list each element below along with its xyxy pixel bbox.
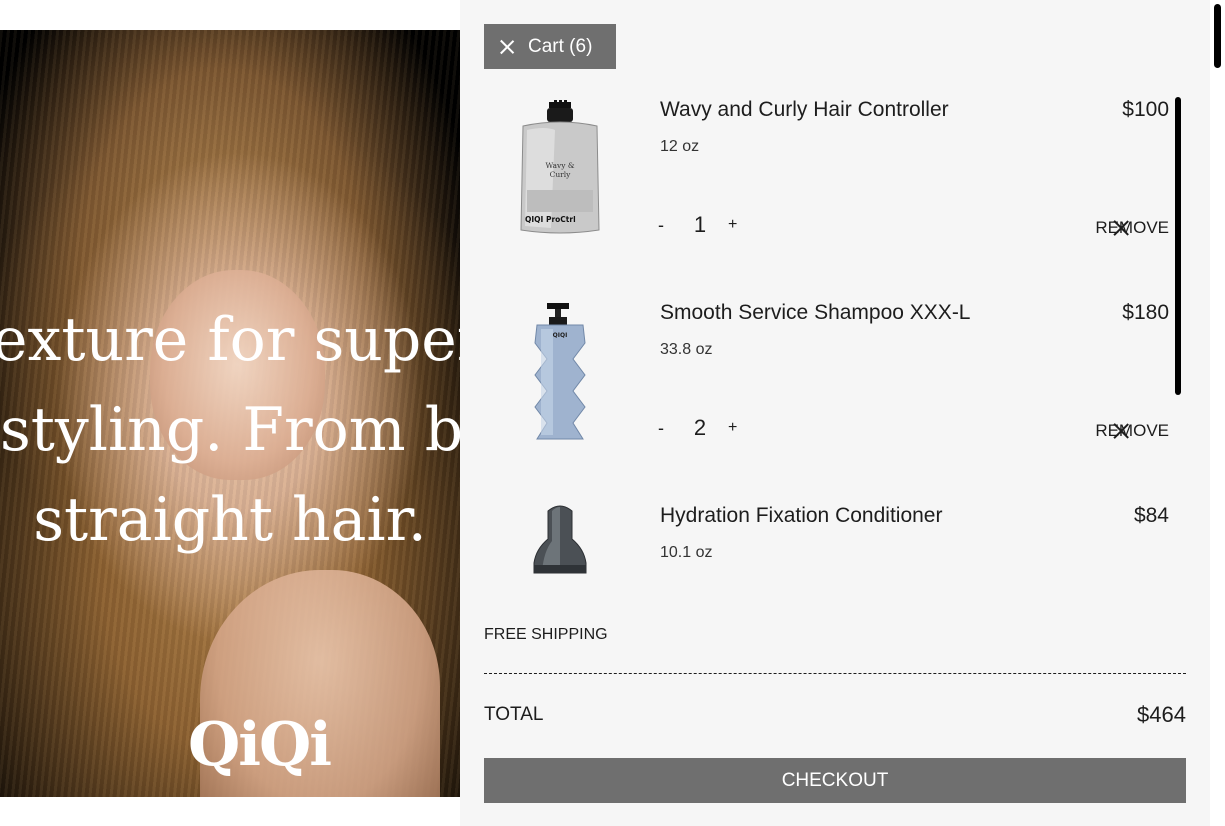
cart-item: Hydration Fixation Conditioner 10.1 oz $… — [460, 496, 1185, 590]
quantity-value[interactable]: 1 — [672, 212, 728, 238]
cart-item: Wavy & Curly QIQI ProCtrl Wavy and Curly… — [460, 90, 1185, 280]
decrease-quantity-button[interactable]: - — [658, 215, 672, 236]
product-name[interactable]: Smooth Service Shampoo XXX-L — [660, 301, 971, 325]
product-image-silver-pouch[interactable]: Wavy & Curly QIQI ProCtrl — [500, 90, 620, 250]
checkout-label: CHECKOUT — [781, 769, 889, 791]
pouch-brand-mark: QIQI ProCtrl — [525, 215, 576, 224]
quantity-stepper: - 2 + — [658, 415, 742, 441]
remove-item-button[interactable]: REMOVE — [1072, 218, 1169, 238]
product-name[interactable]: Hydration Fixation Conditioner — [660, 504, 942, 528]
total-label: TOTAL — [484, 704, 544, 725]
total-value: $464 — [1137, 702, 1186, 727]
remove-label: REMOVE — [1095, 218, 1169, 237]
remove-item-button[interactable]: REMOVE — [1072, 421, 1169, 441]
product-image-blue-pump-bottle[interactable]: QIQI — [500, 293, 620, 453]
cart-count-label: Cart (6) — [528, 35, 593, 57]
remove-label: REMOVE — [1095, 421, 1169, 440]
close-cart-button[interactable]: Cart (6) — [484, 24, 616, 69]
product-price: $100 — [1122, 98, 1169, 121]
quantity-value[interactable]: 2 — [672, 415, 728, 441]
remove-x-icon — [1072, 221, 1087, 236]
cart-drawer: Cart (6) Wavy & Curly QIQI ProCtrl Wavy … — [460, 0, 1210, 826]
product-image-dark-dome-bottle[interactable] — [500, 496, 620, 586]
hero-tagline: exture for superio styling. From bou str… — [0, 295, 460, 565]
decrease-quantity-button[interactable]: - — [658, 418, 672, 439]
product-size: 10.1 oz — [660, 544, 713, 561]
total-divider — [484, 673, 1186, 674]
product-name[interactable]: Wavy and Curly Hair Controller — [660, 98, 949, 122]
cart-item: QIQI Smooth Service Shampoo XXX-L 33.8 o… — [460, 293, 1185, 483]
close-icon — [498, 38, 516, 56]
product-price: $180 — [1122, 301, 1169, 324]
page-scrollbar-thumb[interactable] — [1214, 4, 1221, 68]
cart-items-list[interactable]: Wavy & Curly QIQI ProCtrl Wavy and Curly… — [460, 90, 1185, 590]
product-size: 33.8 oz — [660, 341, 713, 358]
page-scrollbar[interactable] — [1210, 0, 1225, 826]
product-price: $84 — [1133, 504, 1169, 527]
hero-image: exture for superio styling. From bou str… — [0, 30, 460, 797]
pouch-label-line-2: Curly — [550, 170, 572, 179]
page: exture for superio styling. From bou str… — [0, 0, 1225, 826]
hero-tagline-line-3: straight hair. — [33, 485, 427, 555]
quantity-stepper: - 1 + — [658, 212, 742, 238]
increase-quantity-button[interactable]: + — [728, 419, 742, 437]
remove-x-icon — [1072, 424, 1087, 439]
increase-quantity-button[interactable]: + — [728, 216, 742, 234]
brand-logo: QiQi — [187, 710, 332, 780]
free-shipping-note: FREE SHIPPING — [484, 626, 608, 643]
product-size: 12 oz — [660, 138, 700, 155]
bottle-brand-mark: QIQI — [553, 332, 568, 339]
hero-tagline-line-2: styling. From bou — [0, 395, 460, 465]
hero-tagline-line-1: exture for superio — [0, 305, 460, 375]
pouch-label-line-1: Wavy & — [545, 161, 574, 170]
checkout-button[interactable]: CHECKOUT — [484, 758, 1186, 803]
cart-items-scrollbar[interactable] — [1175, 97, 1181, 395]
